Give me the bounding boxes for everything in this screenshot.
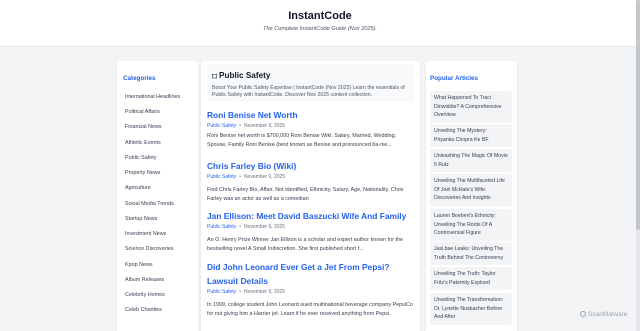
popular-article-item[interactable]: Lauren Boebert's Ethnicity: Unveiling Th… xyxy=(430,209,512,241)
article-meta: Public Safety • November 9, 2025 xyxy=(207,174,417,180)
watermark: ScanMalware xyxy=(580,311,627,318)
sidebar-item-athletic-events[interactable]: Athletic Events xyxy=(125,140,161,146)
article-category[interactable]: Public Safety xyxy=(207,224,236,230)
article-card: Did John Leonard Ever Get a Jet From Pep… xyxy=(207,260,417,318)
site-tagline: The Complete InstantCode Guide (Nov 2025… xyxy=(262,26,378,32)
article-title[interactable]: Chris Farley Bio (Wiki) xyxy=(207,159,417,173)
popular-article-item[interactable]: Unveiling The Mystery: Priyanka Chopra K… xyxy=(430,124,512,148)
article-meta: Public Safety • November 9, 2025 xyxy=(207,123,417,129)
meta-separator: • xyxy=(239,289,241,295)
category-description: Boost Your Public Safety Expertise | Ins… xyxy=(212,85,405,98)
sidebar-item-international-headlines[interactable]: International Headlines xyxy=(125,94,180,100)
sidebar-item-public-safety[interactable]: Public Safety xyxy=(125,155,156,161)
main-content: Public Safety Boost Your Public Safety E… xyxy=(201,61,420,331)
sidebar-item-kpop-news[interactable]: Kpop News xyxy=(125,262,153,268)
category-title-text: Public Safety xyxy=(219,71,271,80)
popular-article-item[interactable]: Unveiling The Truth: Taylor Fritz's Pate… xyxy=(430,267,512,291)
popular-article-item[interactable]: What Happened To Traci Dinwiddie? A Comp… xyxy=(430,91,512,123)
popular-article-item[interactable]: Unveiling The Multifaceted Life Of Joel … xyxy=(430,174,512,206)
article-meta: Public Safety • November 9, 2025 xyxy=(207,224,417,230)
article-title[interactable]: Did John Leonard Ever Get a Jet From Pep… xyxy=(207,260,417,288)
sidebar-item-political-affairs[interactable]: Political Affairs xyxy=(125,109,160,115)
sidebar-item-startup-news[interactable]: Startup News xyxy=(125,216,157,222)
article-title[interactable]: Roni Benise Net Worth xyxy=(207,108,417,122)
sidebar-item-agriculture[interactable]: Agriculture xyxy=(125,185,151,191)
article-excerpt: An O. Henry Prize Winner Jan Ellison is … xyxy=(207,237,403,252)
article-meta: Public Safety • November 9, 2025 xyxy=(207,289,417,295)
article-category[interactable]: Public Safety xyxy=(207,289,236,295)
article-date: November 9, 2025 xyxy=(243,224,286,230)
sidebar-item-album-releases[interactable]: Album Releases xyxy=(125,277,164,283)
meta-separator: • xyxy=(239,123,241,129)
sidebar-item-property-news[interactable]: Property News xyxy=(125,170,160,176)
folder-icon xyxy=(212,73,217,78)
categories-heading: Categories xyxy=(123,75,156,82)
article-excerpt: Find Chris Farley Bio, Affair, Not Ident… xyxy=(207,187,404,202)
article-date: November 9, 2025 xyxy=(243,123,286,129)
sidebar-item-financial-news[interactable]: Financial News xyxy=(125,124,162,130)
meta-separator: • xyxy=(239,174,241,180)
popular-article-item[interactable]: Jasi.bae Leaks: Unveiling The Truth Behi… xyxy=(430,242,512,266)
article-card: Chris Farley Bio (Wiki) Public Safety • No… xyxy=(207,159,417,203)
article-card: Jan Ellison: Meet David Baszucki Wife An… xyxy=(207,209,417,253)
site-title[interactable]: InstantCode xyxy=(0,10,640,22)
popular-heading: Popular Articles xyxy=(430,75,479,82)
scanmalware-logo-icon xyxy=(580,311,586,317)
site-header: InstantCode The Complete InstantCode Gui… xyxy=(0,0,640,47)
watermark-text: ScanMalware xyxy=(588,311,628,318)
scrollbar-thumb[interactable] xyxy=(636,0,640,230)
article-title[interactable]: Jan Ellison: Meet David Baszucki Wife An… xyxy=(207,209,417,223)
sidebar-item-science-discoveries[interactable]: Science Discoveries xyxy=(125,246,174,252)
article-excerpt: In 1999, college student John Leonard su… xyxy=(207,302,413,317)
sidebar-item-social-media-trends[interactable]: Social Media Trends xyxy=(125,201,174,207)
article-category[interactable]: Public Safety xyxy=(207,174,236,180)
article-card: Roni Benise Net Worth Public Safety • Nove… xyxy=(207,108,417,149)
article-excerpt: Roni Benise net worth is $700,000 Roni B… xyxy=(207,133,397,148)
categories-sidebar: Categories International Headlines Polit… xyxy=(117,61,198,331)
sidebar-item-investment-news[interactable]: Investment News xyxy=(125,231,166,237)
category-title: Public Safety xyxy=(212,71,270,80)
popular-articles-sidebar: Popular Articles What Happened To Traci … xyxy=(426,61,517,331)
popular-article-item[interactable]: Unveiling The Transformation: Dr. Lynett… xyxy=(430,293,512,325)
article-date: November 9, 2025 xyxy=(243,174,286,180)
article-category[interactable]: Public Safety xyxy=(207,123,236,129)
category-header: Public Safety Boost Your Public Safety E… xyxy=(207,64,414,102)
meta-separator: • xyxy=(239,224,241,230)
popular-article-item[interactable]: Unleashing The Magic Of Movie 5 Rulz xyxy=(430,149,512,173)
scrollbar[interactable] xyxy=(636,0,640,331)
sidebar-item-celeb-charities[interactable]: Celeb Charities xyxy=(125,307,162,313)
sidebar-item-celebrity-homes[interactable]: Celebrity Homes xyxy=(125,292,165,298)
article-date: November 9, 2025 xyxy=(243,289,286,295)
